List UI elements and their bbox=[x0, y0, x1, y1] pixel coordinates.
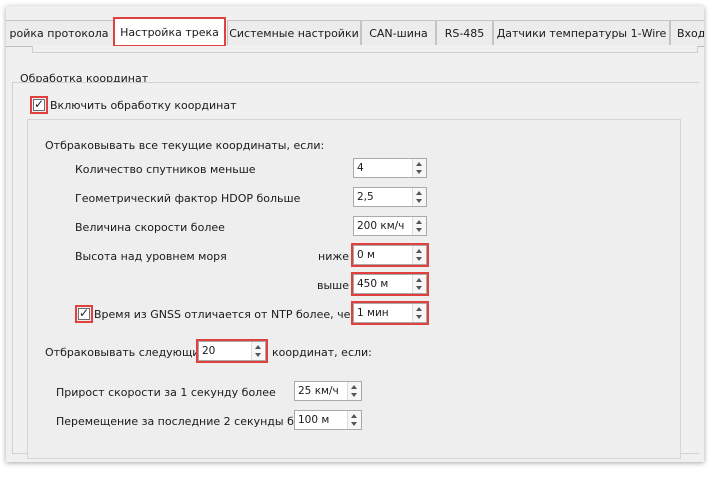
tab-protocol-settings[interactable]: ройка протокола bbox=[6, 20, 114, 45]
arrow-down-icon bbox=[255, 353, 261, 357]
checkmark-icon: ✓ bbox=[79, 306, 90, 320]
speed-gain-label: Прирост скорости за 1 секунду более bbox=[56, 386, 276, 399]
arrow-up-icon bbox=[351, 385, 357, 389]
arrow-down-icon bbox=[416, 286, 422, 290]
spin-arrows[interactable] bbox=[347, 411, 361, 429]
satellites-spinbox[interactable]: 4 bbox=[353, 158, 427, 178]
arrow-down-icon bbox=[351, 393, 357, 397]
spin-arrows[interactable] bbox=[412, 304, 426, 322]
altitude-below-label: ниже bbox=[318, 250, 350, 263]
arrow-up-icon bbox=[416, 162, 422, 166]
movement-spinbox[interactable]: 100 м bbox=[294, 410, 362, 430]
tab-bar: ройка протокола Настройка трека Системны… bbox=[6, 17, 704, 47]
arrow-up-icon bbox=[416, 278, 422, 282]
altitude-label: Высота над уровнем моря bbox=[75, 250, 227, 263]
arrow-up-icon bbox=[416, 220, 422, 224]
hdop-label: Геометрический фактор HDOP больше bbox=[75, 192, 301, 205]
spin-arrows[interactable] bbox=[412, 246, 426, 264]
speed-gain-spinbox[interactable]: 25 км/ч bbox=[294, 381, 362, 401]
gnss-ntp-checkbox[interactable]: ✓ bbox=[75, 305, 93, 323]
discard-next-count-spinbox[interactable]: 20 bbox=[196, 339, 268, 363]
altitude-above-spinbox[interactable]: 450 м bbox=[351, 272, 429, 296]
discard-next-prefix: Отбраковывать следующие bbox=[45, 346, 207, 359]
arrow-up-icon bbox=[416, 249, 422, 253]
spin-arrows[interactable] bbox=[412, 188, 426, 206]
gnss-ntp-spinbox[interactable]: 1 мин bbox=[351, 301, 429, 325]
enable-processing-checkbox[interactable]: ✓ bbox=[30, 96, 48, 114]
speed-spinbox[interactable]: 200 км/ч bbox=[353, 216, 427, 236]
spin-arrows[interactable] bbox=[412, 159, 426, 177]
arrow-down-icon bbox=[416, 170, 422, 174]
arrow-up-icon bbox=[416, 307, 422, 311]
upper-group-box bbox=[32, 46, 698, 53]
arrow-up-icon bbox=[416, 191, 422, 195]
spin-arrows[interactable] bbox=[347, 382, 361, 400]
checkmark-icon: ✓ bbox=[34, 97, 45, 111]
tab-rs485[interactable]: RS-485 bbox=[436, 20, 493, 45]
tab-track-settings[interactable]: Настройка трека bbox=[113, 17, 226, 47]
arrow-down-icon bbox=[416, 257, 422, 261]
gnss-ntp-label: Время из GNSS отличается от NTP более, ч… bbox=[94, 308, 377, 321]
arrow-up-icon bbox=[255, 345, 261, 349]
hdop-spinbox[interactable]: 2,5 bbox=[353, 187, 427, 207]
arrow-down-icon bbox=[416, 228, 422, 232]
spin-arrows[interactable] bbox=[412, 275, 426, 293]
speed-label: Величина скорости более bbox=[75, 221, 225, 234]
tab-inputs[interactable]: Вход bbox=[670, 20, 704, 45]
spin-arrows[interactable] bbox=[412, 217, 426, 235]
tab-system-settings[interactable]: Системные настройки bbox=[227, 20, 361, 45]
altitude-below-spinbox[interactable]: 0 м bbox=[351, 243, 429, 267]
tab-can-bus[interactable]: CAN-шина bbox=[361, 20, 436, 45]
discard-all-header: Отбраковывать все текущие координаты, ес… bbox=[45, 139, 325, 152]
arrow-down-icon bbox=[351, 422, 357, 426]
movement-label: Перемещение за последние 2 секунды более bbox=[56, 415, 322, 428]
satellites-label: Количество спутников меньше bbox=[75, 163, 256, 176]
arrow-down-icon bbox=[416, 315, 422, 319]
spin-arrows[interactable] bbox=[251, 342, 265, 360]
tab-1wire-sensors[interactable]: Датчики температуры 1-Wire bbox=[493, 20, 670, 45]
discard-next-suffix: координат, если: bbox=[272, 346, 372, 359]
enable-processing-label: Включить обработку координат bbox=[50, 99, 237, 112]
arrow-down-icon bbox=[416, 199, 422, 203]
arrow-up-icon bbox=[351, 414, 357, 418]
altitude-above-label: выше bbox=[317, 279, 350, 292]
